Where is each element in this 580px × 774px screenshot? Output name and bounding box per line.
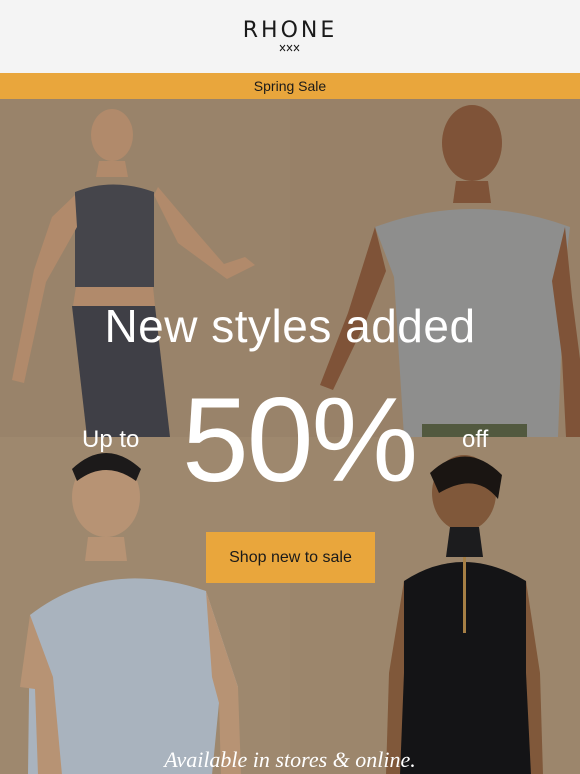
sale-banner[interactable]: Spring Sale: [0, 73, 580, 99]
email-header: RHONE: [0, 0, 580, 73]
shop-new-to-sale-button[interactable]: Shop new to sale: [206, 532, 375, 583]
discount-suffix: off: [462, 426, 489, 453]
hero-section: New styles added Up to 50% off Shop new …: [0, 99, 580, 774]
brand-logo[interactable]: RHONE: [0, 18, 580, 43]
discount-prefix: Up to: [82, 426, 140, 453]
availability-tagline: Available in stores & online.: [164, 747, 416, 772]
discount-value: 50%: [182, 373, 418, 507]
logo-mark-icon: [279, 44, 300, 52]
hero-headline: New styles added: [104, 300, 476, 352]
